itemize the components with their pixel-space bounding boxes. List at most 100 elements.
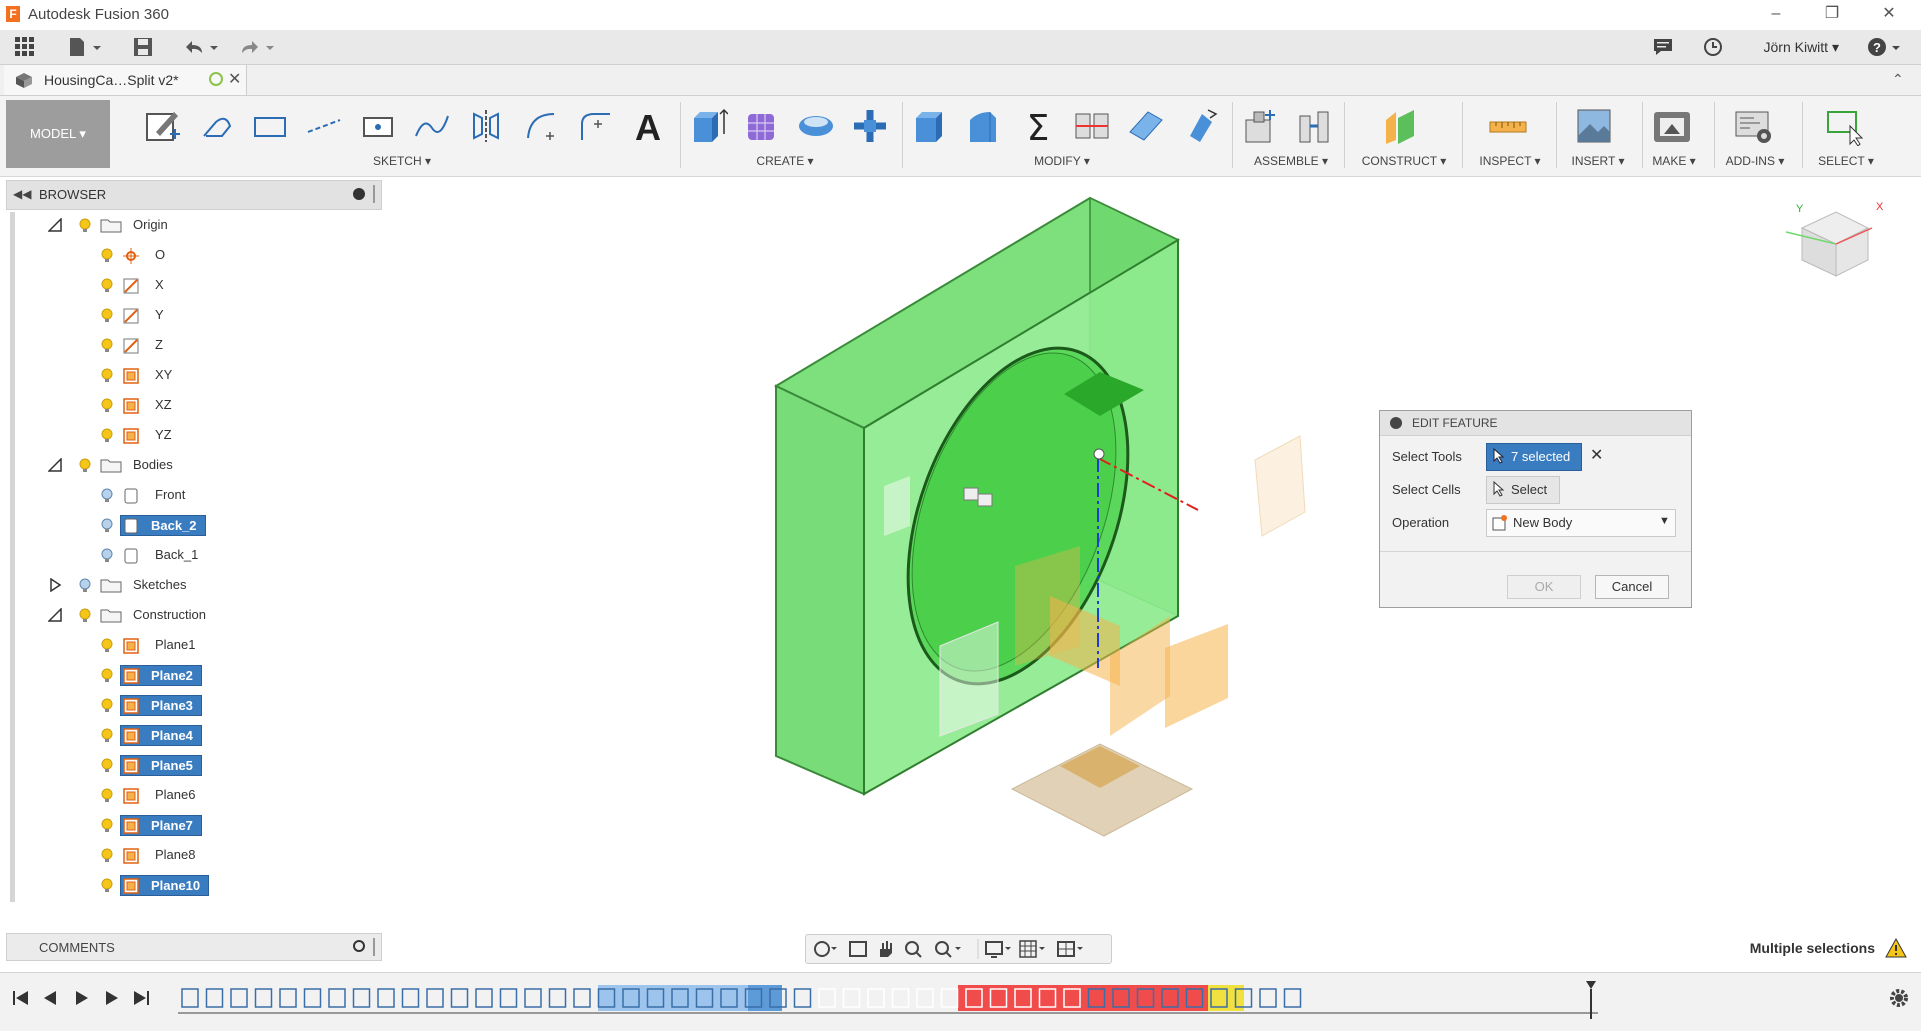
joint-icon[interactable] bbox=[1294, 106, 1334, 146]
sweep-icon[interactable] bbox=[850, 106, 890, 146]
help-icon[interactable]: ? bbox=[1866, 36, 1906, 58]
inspect-menu[interactable]: INSPECT ▾ bbox=[1470, 154, 1550, 168]
restore-icon[interactable]: ❐ bbox=[1809, 0, 1855, 30]
dialog-header[interactable]: EDIT FEATURE bbox=[1380, 411, 1691, 436]
collapse-triangle-icon[interactable] bbox=[47, 217, 62, 235]
timeline-feature-icon[interactable] bbox=[303, 988, 322, 1008]
browser-item-plane3[interactable]: Plane3 bbox=[0, 692, 380, 720]
browser-item-x[interactable]: X bbox=[0, 272, 380, 300]
timeline-feature-icon[interactable] bbox=[352, 988, 371, 1008]
create-sketch-icon[interactable] bbox=[142, 106, 182, 146]
create-menu[interactable]: CREATE ▾ bbox=[745, 154, 825, 168]
visibility-bulb-icon[interactable] bbox=[100, 878, 114, 897]
timeline-feature-icon[interactable] bbox=[573, 988, 591, 1008]
comments-panel-header[interactable]: COMMENTS bbox=[6, 933, 382, 961]
timeline-feature-icon[interactable] bbox=[377, 988, 395, 1008]
timeline-feature-icon[interactable] bbox=[1259, 988, 1277, 1008]
visibility-bulb-icon[interactable] bbox=[100, 548, 114, 567]
browser-item-o[interactable]: O bbox=[0, 242, 380, 270]
visibility-bulb-icon[interactable] bbox=[78, 218, 92, 237]
visibility-bulb-icon[interactable] bbox=[100, 368, 114, 387]
browser-item-construction[interactable]: Construction bbox=[0, 602, 380, 630]
visibility-bulb-icon[interactable] bbox=[100, 848, 114, 867]
cancel-button[interactable]: Cancel bbox=[1595, 575, 1669, 599]
visibility-bulb-icon[interactable] bbox=[78, 458, 92, 477]
split-body-icon[interactable] bbox=[1072, 106, 1112, 146]
arc-tool-icon[interactable] bbox=[520, 106, 560, 146]
visibility-bulb-icon[interactable] bbox=[100, 338, 114, 357]
rectangle-tool-icon[interactable] bbox=[250, 106, 290, 146]
data-panel-grid-icon[interactable] bbox=[12, 36, 38, 58]
comments-pin-handle[interactable] bbox=[373, 938, 375, 956]
visibility-bulb-icon[interactable] bbox=[100, 398, 114, 417]
browser-item-plane10[interactable]: Plane10 bbox=[0, 872, 380, 900]
timeline-feature-icon[interactable] bbox=[499, 988, 518, 1008]
timeline-feature-icon[interactable] bbox=[279, 988, 297, 1008]
timeline-feature-icon[interactable] bbox=[450, 988, 469, 1008]
timeline-step-forward-icon[interactable] bbox=[100, 987, 122, 1009]
mirror-tool-icon[interactable] bbox=[466, 106, 506, 146]
scripts-addins-icon[interactable] bbox=[1734, 106, 1774, 146]
browser-options-icon[interactable] bbox=[353, 188, 365, 200]
press-pull-icon[interactable] bbox=[910, 106, 950, 146]
timeline-feature-icon[interactable] bbox=[426, 988, 444, 1008]
fillet-sketch-icon[interactable] bbox=[574, 106, 614, 146]
minimize-icon[interactable]: – bbox=[1753, 0, 1799, 30]
clear-selection-icon[interactable]: ✕ bbox=[1590, 445, 1603, 465]
workspace-switcher[interactable]: MODEL ▾ bbox=[6, 100, 110, 168]
collapse-triangle-icon[interactable] bbox=[47, 607, 62, 625]
browser-item-back_2[interactable]: Back_2 bbox=[0, 512, 380, 540]
collapse-ribbon-chevron-icon[interactable]: ⌃ bbox=[1892, 71, 1904, 88]
select-cells-button[interactable]: Select bbox=[1486, 476, 1560, 504]
insert-menu[interactable]: INSERT ▾ bbox=[1558, 154, 1638, 168]
timeline-feature-icon[interactable] bbox=[548, 988, 567, 1008]
browser-pin-handle[interactable] bbox=[373, 185, 375, 203]
timeline-feature-icon[interactable] bbox=[891, 988, 910, 1008]
timeline-play-icon[interactable] bbox=[70, 987, 92, 1009]
text-tool-icon[interactable]: A bbox=[628, 106, 668, 148]
expand-triangle-icon[interactable] bbox=[48, 577, 62, 595]
browser-header[interactable]: ◀◀ BROWSER bbox=[6, 180, 382, 210]
addins-menu[interactable]: ADD-INS ▾ bbox=[1712, 154, 1798, 168]
visibility-bulb-icon[interactable] bbox=[100, 758, 114, 777]
select-tool-icon[interactable] bbox=[1824, 106, 1864, 147]
timeline-track[interactable] bbox=[178, 979, 1598, 1021]
timeline-go-end-icon[interactable] bbox=[130, 987, 152, 1009]
undo-icon[interactable] bbox=[180, 36, 220, 58]
visibility-bulb-icon[interactable] bbox=[100, 428, 114, 447]
browser-item-front[interactable]: Front bbox=[0, 482, 380, 510]
timeline-feature-icon[interactable] bbox=[916, 988, 934, 1008]
point-tool-icon[interactable] bbox=[358, 106, 398, 146]
timeline-feature-icon[interactable] bbox=[328, 988, 346, 1008]
notifications-icon[interactable] bbox=[1650, 36, 1676, 58]
collapse-browser-icon[interactable]: ◀◀ bbox=[13, 187, 31, 201]
timeline-feature-icon[interactable] bbox=[793, 988, 812, 1008]
select-menu[interactable]: SELECT ▾ bbox=[1806, 154, 1886, 168]
browser-item-plane1[interactable]: Plane1 bbox=[0, 632, 380, 660]
make-menu[interactable]: MAKE ▾ bbox=[1634, 154, 1714, 168]
browser-item-z[interactable]: Z bbox=[0, 332, 380, 360]
timeline-feature-icon[interactable] bbox=[475, 988, 493, 1008]
fillet-icon[interactable] bbox=[964, 106, 1004, 146]
construction-line-icon[interactable] bbox=[304, 106, 344, 146]
visibility-bulb-icon[interactable] bbox=[100, 818, 114, 837]
spline-tool-icon[interactable] bbox=[412, 106, 452, 146]
timeline-go-start-icon[interactable] bbox=[10, 987, 32, 1009]
browser-item-y[interactable]: Y bbox=[0, 302, 380, 330]
revolve-icon[interactable] bbox=[796, 106, 836, 146]
visibility-bulb-icon[interactable] bbox=[100, 638, 114, 657]
extrude-icon[interactable] bbox=[688, 106, 729, 146]
timeline-feature-icon[interactable] bbox=[1283, 988, 1302, 1008]
job-status-clock-icon[interactable] bbox=[1700, 36, 1726, 58]
timeline-settings-gear-icon[interactable] bbox=[1888, 987, 1910, 1012]
file-menu-icon[interactable] bbox=[66, 36, 106, 58]
measure-icon[interactable] bbox=[1488, 106, 1528, 146]
construct-menu[interactable]: CONSTRUCT ▾ bbox=[1354, 154, 1454, 168]
browser-item-back_1[interactable]: Back_1 bbox=[0, 542, 380, 570]
collapse-triangle-icon[interactable] bbox=[47, 457, 62, 475]
browser-item-origin[interactable]: Origin bbox=[0, 212, 380, 240]
sketch-menu[interactable]: SKETCH ▾ bbox=[362, 154, 442, 168]
close-icon[interactable]: ✕ bbox=[1866, 0, 1912, 30]
compute-all-sigma-icon[interactable]: Σ bbox=[1018, 106, 1058, 149]
timeline-feature-icon[interactable] bbox=[940, 988, 959, 1008]
